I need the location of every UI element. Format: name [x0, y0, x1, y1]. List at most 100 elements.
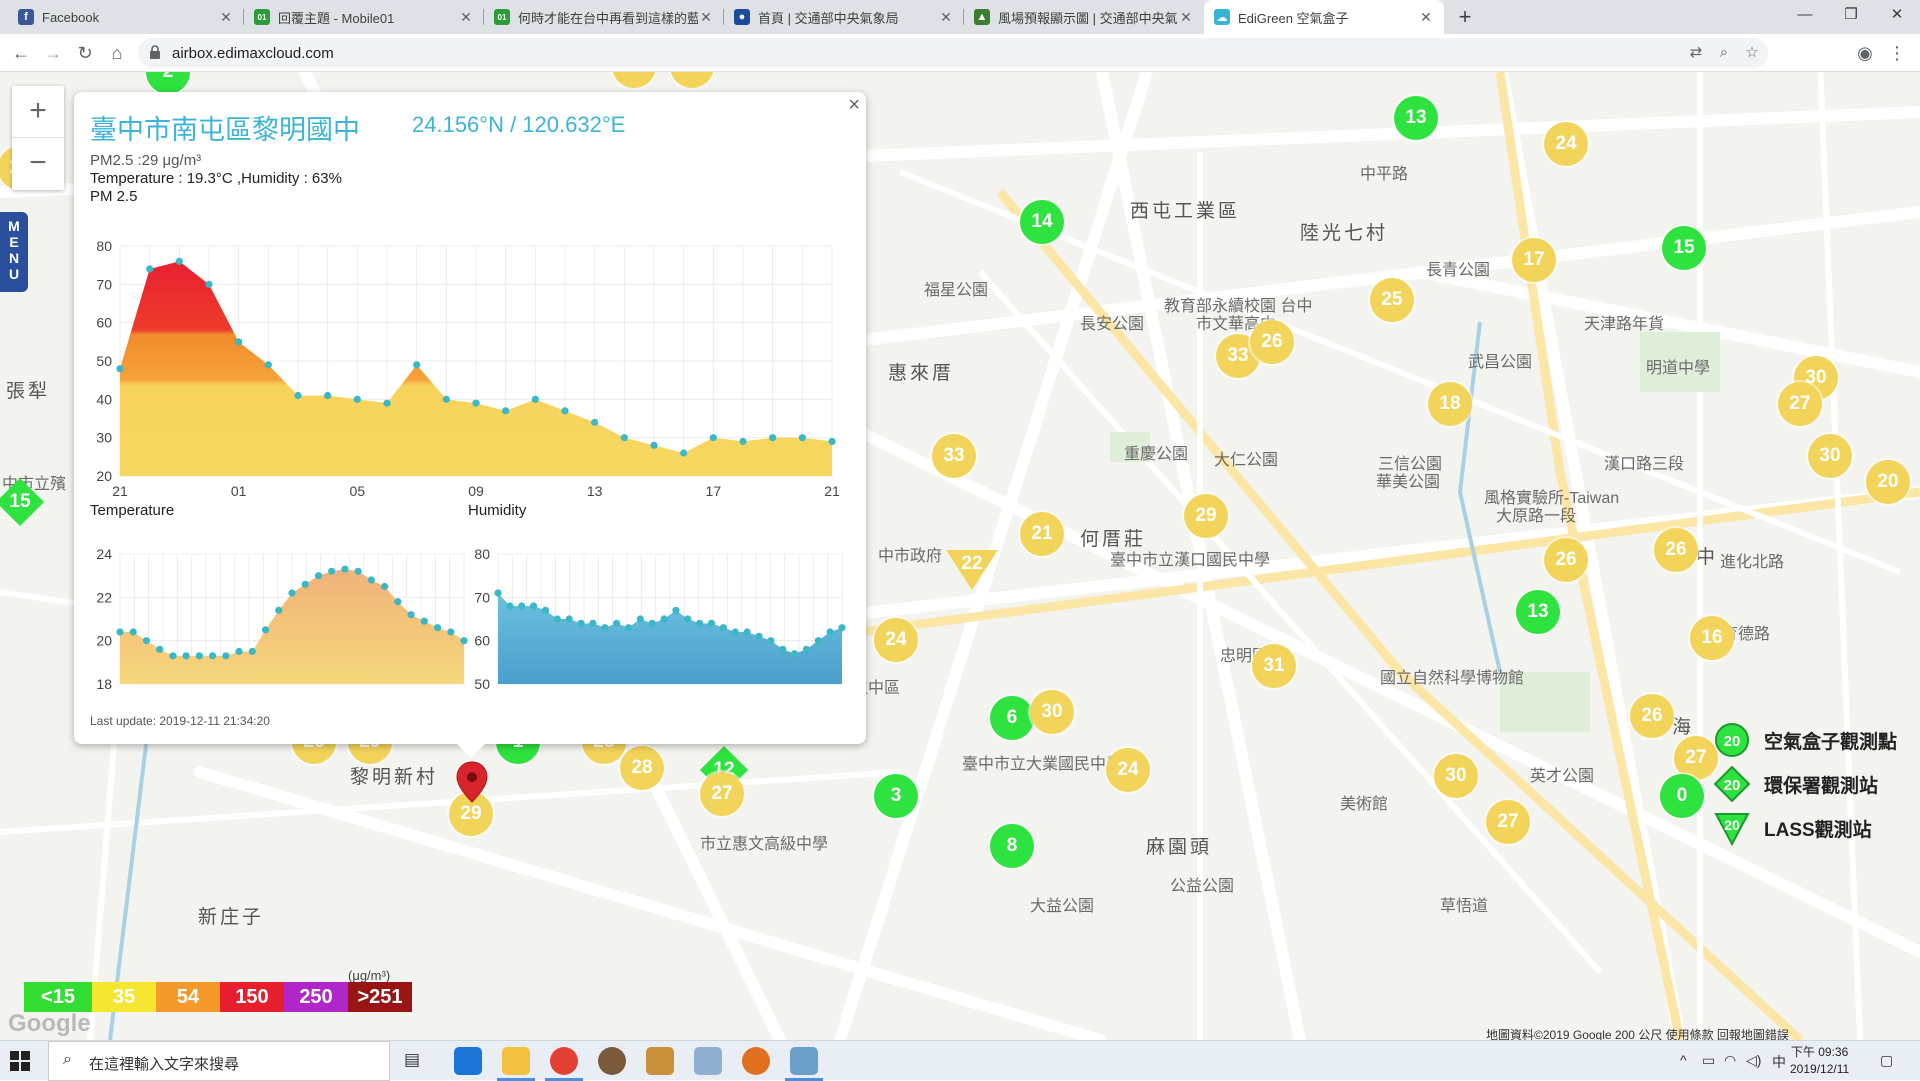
sensor-marker[interactable]: 27 [1486, 800, 1530, 844]
data-point[interactable] [383, 399, 391, 407]
data-point[interactable] [553, 615, 561, 623]
data-point[interactable] [802, 645, 811, 653]
sensor-marker[interactable]: 15 [0, 480, 42, 524]
data-point[interactable] [624, 624, 633, 632]
tab-mobile01-bluesky[interactable]: 01 何時才能在台中再看到這樣的藍天 ✕ [484, 0, 724, 34]
minimize-button[interactable]: — [1782, 0, 1828, 34]
data-point[interactable] [129, 628, 137, 636]
data-point[interactable] [447, 628, 455, 636]
app-icon[interactable] [694, 1047, 722, 1075]
data-point[interactable] [828, 437, 836, 446]
zoom-icon[interactable]: ⌕ [1714, 43, 1734, 63]
data-point[interactable] [769, 434, 777, 442]
data-point[interactable] [531, 395, 539, 403]
sensor-marker[interactable]: 30 [1808, 434, 1852, 478]
address-bar[interactable]: airbox.edimaxcloud.com ⇄ ⌕ ☆ [138, 38, 1768, 68]
chrome-icon[interactable] [550, 1047, 578, 1075]
data-point[interactable] [648, 619, 656, 627]
close-icon[interactable]: ✕ [1418, 9, 1434, 26]
data-point[interactable] [324, 391, 332, 400]
data-point[interactable] [838, 624, 846, 632]
data-point[interactable] [407, 611, 415, 619]
sensor-marker[interactable]: 30 [1434, 754, 1478, 798]
sensor-marker[interactable]: 20 [1866, 460, 1910, 504]
data-point[interactable] [518, 602, 526, 610]
edge-icon[interactable] [454, 1047, 482, 1075]
close-icon[interactable]: ✕ [218, 9, 234, 26]
sensor-marker[interactable]: 14 [1020, 200, 1064, 244]
data-point[interactable] [680, 449, 688, 457]
sensor-marker[interactable]: 17 [1512, 238, 1556, 282]
data-point[interactable] [561, 407, 569, 415]
tab-edigreen[interactable]: ☁ EdiGreen 空氣盒子 ✕ [1204, 0, 1444, 34]
data-point[interactable] [731, 628, 739, 636]
ime-indicator[interactable]: 中 [1772, 1052, 1786, 1072]
data-point[interactable] [719, 624, 727, 632]
data-point[interactable] [672, 606, 680, 614]
sensor-marker[interactable]: 27 [700, 772, 744, 816]
data-point[interactable] [684, 615, 692, 623]
sensor-marker[interactable]: 30 [1030, 690, 1074, 734]
data-point[interactable] [790, 650, 799, 658]
data-point[interactable] [743, 628, 751, 636]
sensor-marker[interactable]: 21 [1020, 512, 1064, 556]
data-point[interactable] [494, 589, 502, 597]
data-point[interactable] [755, 632, 763, 640]
sensor-marker[interactable]: 28 [620, 746, 664, 790]
sensor-marker[interactable]: 33 [932, 434, 976, 478]
sensor-marker[interactable]: 31 [1252, 644, 1296, 688]
tab-cwb-wind[interactable]: ▲ 風場預報顯示圖 | 交通部中央氣象局 ✕ [964, 0, 1204, 34]
close-icon[interactable]: ✕ [698, 9, 714, 26]
data-point[interactable] [767, 637, 775, 645]
data-point[interactable] [541, 606, 550, 614]
data-point[interactable] [420, 617, 428, 625]
data-point[interactable] [696, 619, 704, 627]
bookmark-star-icon[interactable]: ☆ [1742, 43, 1762, 63]
data-point[interactable] [116, 365, 124, 373]
sensor-marker[interactable]: 8 [990, 824, 1034, 868]
tray-chevron-icon[interactable]: ^ [1680, 1052, 1687, 1068]
data-point[interactable] [591, 418, 599, 426]
data-point[interactable] [367, 576, 375, 584]
data-point[interactable] [650, 441, 658, 449]
sensor-marker[interactable]: 16 [1690, 616, 1734, 660]
sensor-marker[interactable]: 26 [1654, 528, 1698, 572]
maximize-button[interactable]: ❐ [1828, 0, 1874, 34]
side-menu-tab[interactable]: MENU [0, 212, 28, 292]
data-point[interactable] [709, 434, 717, 442]
home-button[interactable]: ⌂ [104, 40, 130, 66]
data-point[interactable] [502, 407, 510, 415]
data-point[interactable] [275, 606, 283, 614]
close-icon[interactable]: ✕ [1178, 9, 1194, 26]
sensor-marker[interactable]: 13 [1516, 590, 1560, 634]
data-point[interactable] [288, 589, 296, 597]
data-point[interactable] [529, 602, 538, 610]
blender-icon[interactable] [742, 1047, 770, 1075]
close-icon[interactable]: ✕ [938, 9, 954, 26]
data-point[interactable] [798, 434, 806, 442]
tab-cwb-home[interactable]: ● 首頁 | 交通部中央氣象局 ✕ [724, 0, 964, 34]
data-point[interactable] [472, 399, 480, 407]
data-point[interactable] [577, 619, 585, 627]
sensor-marker[interactable]: 24 [1544, 122, 1588, 166]
sensor-marker[interactable]: 26 [1630, 694, 1674, 738]
battery-icon[interactable]: ▭ [1702, 1052, 1715, 1069]
menu-dots-icon[interactable]: ⋮ [1884, 40, 1910, 66]
tab-mobile01-reply[interactable]: 01 回覆主題 - Mobile01 ✕ [244, 0, 484, 34]
data-point[interactable] [433, 624, 442, 632]
data-point[interactable] [341, 565, 349, 573]
sensor-marker[interactable]: 3 [874, 774, 918, 818]
tab-facebook[interactable]: f Facebook ✕ [8, 0, 244, 34]
location-pin-icon[interactable] [455, 760, 489, 804]
sensor-marker[interactable]: 26 [1250, 320, 1294, 364]
data-point[interactable] [506, 602, 514, 610]
data-point[interactable] [601, 624, 609, 632]
sensor-marker[interactable]: 27 [1778, 382, 1822, 426]
app-icon[interactable] [790, 1047, 818, 1075]
zoom-out-button[interactable]: − [12, 138, 64, 190]
taskbar-search-input[interactable]: ⌕ 在這裡輸入文字來搜尋 [48, 1041, 390, 1081]
sensor-marker[interactable]: 6 [990, 696, 1034, 740]
taskbar-clock[interactable]: 下午 09:36 2019/12/11 [1790, 1044, 1849, 1078]
sensor-marker[interactable]: 24 [874, 618, 918, 662]
data-point[interactable] [636, 615, 644, 623]
